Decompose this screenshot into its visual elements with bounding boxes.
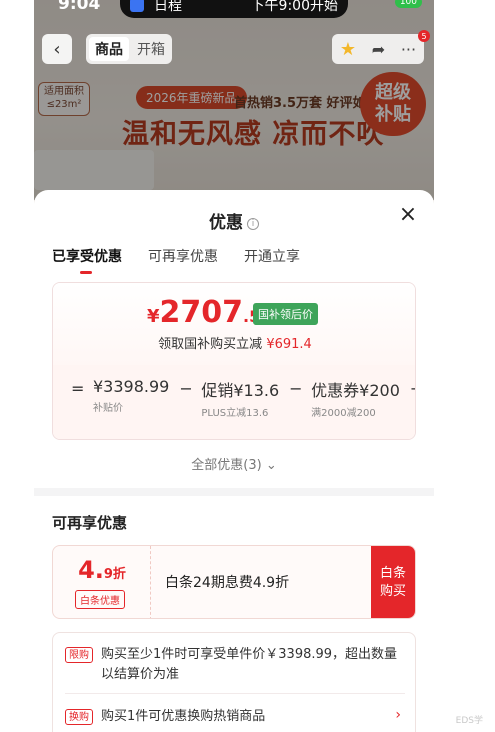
sheet-title: 优惠 i	[34, 208, 434, 233]
price-formula-area: = ¥3398.99 补贴价 − 促销¥13.6 PLUS立减13.6 − 优惠…	[53, 365, 415, 439]
term-label: PLUS立减13.6	[201, 408, 269, 419]
more-icon[interactable]: ···	[401, 40, 416, 59]
chevron-right-icon: ›	[395, 707, 401, 723]
offer-tabs: 已享受优惠 可再享优惠 开通立享	[52, 246, 300, 274]
message-count-badge: 5	[418, 30, 430, 42]
rate-big: 4.	[78, 556, 104, 584]
baitiao-offer-card[interactable]: 4.9折 白条优惠 白条24期息费4.9折 白条 购买	[52, 545, 416, 619]
equals-sign: =	[71, 379, 85, 398]
offer-rules-card: 限购 购买至少1件时可享受单件价￥3398.99，超出数量以结算价为准 换购 购…	[52, 632, 416, 732]
price-formula: = ¥3398.99 补贴价 − 促销¥13.6 PLUS立减13.6 − 优惠…	[71, 377, 415, 419]
term-label: 补贴价	[93, 403, 123, 414]
minus-sign: −	[289, 379, 303, 398]
rate-small: 9折	[103, 567, 126, 582]
formula-term-subsidy-price: ¥3398.99 补贴价	[93, 377, 169, 414]
tab-open-to-enjoy[interactable]: 开通立享	[244, 246, 300, 266]
rule-purchase-limit: 限购 购买至少1件时可享受单件价￥3398.99，超出数量以结算价为准	[65, 645, 405, 685]
formula-term-promotion: 促销¥13.6 PLUS立减13.6	[201, 377, 279, 419]
dynamic-island[interactable]: 日程 下午9:00开始	[120, 0, 348, 18]
baitiao-rate-area: 4.9折 白条优惠	[53, 546, 151, 618]
section-divider	[34, 488, 434, 496]
sheet-title-text: 优惠	[209, 213, 243, 233]
term-label: 满2000减200	[311, 408, 376, 419]
favorite-star-icon[interactable]: ★	[340, 39, 356, 60]
calendar-icon	[130, 0, 144, 12]
share-icon[interactable]: ➦	[372, 40, 385, 59]
nav-actions: ★ ➦ ···	[332, 34, 424, 64]
rule-divider	[65, 693, 405, 694]
more-offers-title: 可再享优惠	[52, 514, 128, 532]
baitiao-buy-label: 白条 购买	[380, 565, 406, 601]
rule-tag: 限购	[65, 647, 93, 663]
buy-line-1: 白条	[379, 565, 406, 581]
subsidy-reduction-line: 领取国补购买立减 ¥691.4	[53, 333, 415, 352]
baitiao-description: 白条24期息费4.9折	[165, 575, 290, 591]
price-breakdown-card: ¥2707.59 国补领后价 领取国补购买立减 ¥691.4 = ¥3398.9…	[52, 282, 416, 440]
term-value: 促销¥13.6	[201, 381, 280, 400]
back-button[interactable]: ‹	[42, 34, 72, 64]
minus-sign: −	[410, 377, 415, 398]
reduction-prefix: 领取国补购买立减	[158, 337, 263, 352]
chevron-down-icon: ⌄	[265, 458, 277, 473]
rule-text: 购买1件可优惠换购热销商品	[101, 709, 266, 724]
close-icon[interactable]: ×	[398, 204, 418, 226]
all-offers-label: 全部优惠(3)	[191, 458, 262, 473]
term-value: 优惠券¥200	[311, 381, 400, 400]
tab-product[interactable]: 商品	[89, 37, 129, 61]
tab-unbox[interactable]: 开箱	[133, 37, 169, 61]
reduction-amount: ¥691.4	[266, 337, 312, 352]
island-right-text: 下午9:00开始	[250, 0, 338, 14]
rule-text: 购买至少1件时可享受单件价￥3398.99，超出数量以结算价为准	[101, 647, 398, 683]
baitiao-offer-pill: 白条优惠	[75, 590, 125, 609]
buy-line-2: 购买	[379, 584, 406, 599]
product-tab-switch[interactable]: 商品 开箱	[86, 34, 172, 64]
info-icon[interactable]: i	[247, 218, 259, 230]
rule-tag: 换购	[65, 709, 93, 725]
watermark: EDS学	[455, 716, 483, 726]
dim-overlay[interactable]	[34, 0, 434, 200]
final-price-area: ¥2707.59 国补领后价 领取国补购买立减 ¥691.4	[53, 283, 415, 365]
island-label: 日程	[154, 0, 182, 14]
status-time: 9:04	[58, 0, 101, 14]
formula-term-coupon: 优惠券¥200 满2000减200	[311, 377, 400, 419]
baitiao-buy-button[interactable]: 白条 购买	[371, 546, 415, 618]
all-offers-toggle[interactable]: 全部优惠(3) ⌄	[34, 454, 434, 473]
tab-enjoyed-offers[interactable]: 已享受优惠	[52, 246, 122, 274]
price-currency: ¥	[147, 306, 160, 327]
tab-more-offers[interactable]: 可再享优惠	[148, 246, 218, 266]
minus-sign: −	[179, 379, 193, 398]
rule-exchange-purchase[interactable]: 换购 购买1件可优惠换购热销商品 ›	[65, 707, 405, 727]
price-integer: 2707	[159, 295, 244, 330]
offers-sheet: 优惠 i × 已享受优惠 可再享优惠 开通立享 ¥2707.59 国补领后价 领取…	[34, 190, 434, 732]
baitiao-rate: 4.9折	[53, 556, 151, 584]
subsidy-price-tag: 国补领后价	[253, 303, 318, 325]
term-value: ¥3398.99	[93, 377, 170, 396]
battery-indicator: 100	[394, 0, 422, 8]
